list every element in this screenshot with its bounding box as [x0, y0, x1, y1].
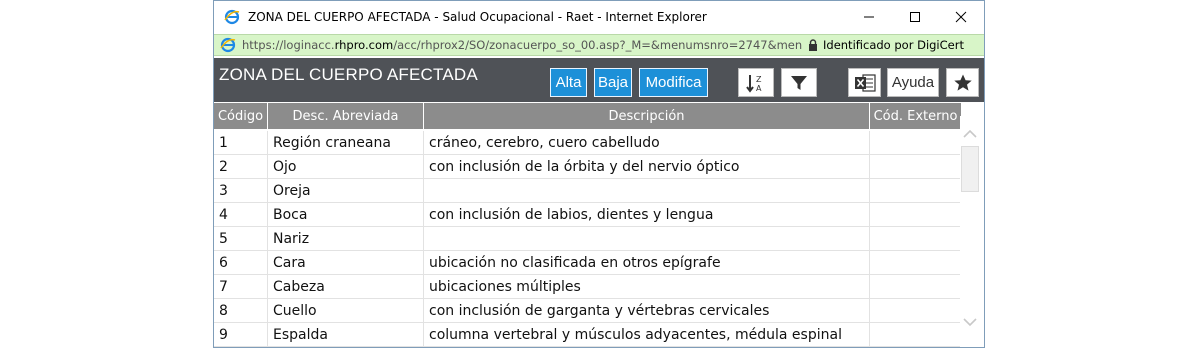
internet-explorer-icon — [224, 9, 240, 25]
table-row[interactable]: 6 Cara ubicación no clasificada en otros e… — [214, 251, 962, 275]
table-row[interactable]: 1 Región craneana cráneo, cerebro, cuero c… — [214, 131, 962, 155]
cell-desc-abreviada: Cara — [268, 251, 424, 274]
internet-explorer-icon — [220, 37, 236, 53]
cell-cod-externo — [870, 155, 962, 178]
url-domain: rhpro.com — [334, 38, 394, 52]
scroll-thumb[interactable] — [961, 146, 979, 192]
column-header-descripcion[interactable]: Descripción — [424, 103, 870, 129]
excel-export-button[interactable] — [848, 68, 881, 97]
window-title: ZONA DEL CUERPO AFECTADA - Salud Ocupaci… — [248, 9, 707, 24]
table-row[interactable]: 8 Cuello con inclusión de garganta y vérte… — [214, 299, 962, 323]
alta-button[interactable]: Alta — [550, 68, 587, 97]
close-icon — [955, 11, 967, 22]
cell-desc-abreviada: Región craneana — [268, 131, 424, 154]
cell-desc-abreviada: Cuello — [268, 299, 424, 322]
sort-button[interactable]: Z A — [738, 68, 774, 97]
vertical-scrollbar[interactable] — [960, 116, 980, 347]
baja-button[interactable]: Baja — [594, 68, 632, 97]
favorite-button[interactable] — [946, 68, 979, 97]
cell-codigo: 2 — [214, 155, 268, 178]
cell-cod-externo — [870, 275, 962, 298]
cell-codigo: 6 — [214, 251, 268, 274]
cell-desc-abreviada: Oreja — [268, 179, 424, 202]
title-bar: ZONA DEL CUERPO AFECTADA - Salud Ocupaci… — [214, 1, 984, 32]
url-path: /acc/rhprox2/SO/zonacuerpo_so_00.asp?_M=… — [393, 38, 802, 52]
cell-desc-abreviada: Nariz — [268, 227, 424, 250]
lock-icon[interactable] — [808, 39, 818, 51]
cell-cod-externo — [870, 203, 962, 226]
cell-descripcion — [424, 179, 870, 202]
column-header-desc-abreviada[interactable]: Desc. Abreviada — [268, 103, 424, 129]
identity-label[interactable]: Identificado por DigiCert — [823, 38, 964, 52]
cell-desc-abreviada: Cabeza — [268, 275, 424, 298]
browser-window: ZONA DEL CUERPO AFECTADA - Salud Ocupaci… — [213, 0, 985, 348]
cell-descripcion: con inclusión de labios, dientes y lengu… — [424, 203, 870, 226]
cell-cod-externo — [870, 227, 962, 250]
svg-text:A: A — [756, 84, 762, 93]
cell-cod-externo — [870, 131, 962, 154]
minimize-icon — [864, 16, 874, 17]
modifica-button[interactable]: Modifica — [639, 68, 708, 97]
cell-codigo: 9 — [214, 323, 268, 346]
scroll-up-button[interactable] — [960, 124, 980, 144]
cell-cod-externo — [870, 299, 962, 322]
close-button[interactable] — [938, 1, 984, 32]
cell-descripcion: cráneo, cerebro, cuero cabelludo — [424, 131, 870, 154]
sort-za-icon: Z A — [746, 74, 762, 93]
url-prefix: https://loginacc. — [242, 38, 335, 52]
column-header-codigo[interactable]: Código — [214, 103, 268, 129]
cell-codigo: 3 — [214, 179, 268, 202]
cell-descripcion: ubicación no clasificada en otros epígra… — [424, 251, 870, 274]
maximize-button[interactable] — [892, 1, 938, 32]
scroll-down-button[interactable] — [960, 312, 980, 332]
table-row[interactable]: 7 Cabeza ubicaciones múltiples — [214, 275, 962, 299]
app-header: ZONA DEL CUERPO AFECTADA Alta Baja Modif… — [214, 58, 984, 102]
table-row[interactable]: 4 Boca con inclusión de labios, dientes y … — [214, 203, 962, 227]
cell-cod-externo — [870, 323, 962, 346]
cell-codigo: 1 — [214, 131, 268, 154]
grid-rows: 1 Región craneana cráneo, cerebro, cuero c… — [214, 131, 962, 347]
cell-cod-externo — [870, 251, 962, 274]
url-text[interactable]: https://loginacc.rhpro.com/acc/rhprox2/S… — [242, 38, 802, 52]
cell-descripcion — [424, 227, 870, 250]
excel-icon — [854, 73, 876, 92]
grid-header: Código Desc. Abreviada Descripción Cód. … — [214, 103, 962, 129]
svg-text:Z: Z — [756, 75, 762, 84]
chevron-down-icon — [963, 318, 977, 327]
cell-codigo: 5 — [214, 227, 268, 250]
page-title: ZONA DEL CUERPO AFECTADA — [219, 65, 478, 84]
chevron-up-icon — [963, 129, 977, 138]
star-icon — [953, 74, 972, 91]
data-grid: Código Desc. Abreviada Descripción Cód. … — [214, 102, 984, 347]
maximize-icon — [910, 11, 920, 22]
cell-descripcion: columna vertebral y músculos adyacentes,… — [424, 323, 870, 346]
filter-icon — [791, 75, 807, 90]
cell-cod-externo — [870, 179, 962, 202]
cell-descripcion: con inclusión de garganta y vértebras ce… — [424, 299, 870, 322]
cell-desc-abreviada: Boca — [268, 203, 424, 226]
table-row[interactable]: 3 Oreja — [214, 179, 962, 203]
table-row[interactable]: 5 Nariz — [214, 227, 962, 251]
cell-codigo: 8 — [214, 299, 268, 322]
cell-codigo: 4 — [214, 203, 268, 226]
address-bar[interactable]: https://loginacc.rhpro.com/acc/rhprox2/S… — [214, 34, 984, 56]
cell-descripcion: ubicaciones múltiples — [424, 275, 870, 298]
help-button[interactable]: Ayuda — [887, 68, 939, 97]
minimize-button[interactable] — [846, 1, 892, 32]
column-header-cod-externo[interactable]: Cód. Externo — [870, 103, 962, 129]
cell-codigo: 7 — [214, 275, 268, 298]
filter-button[interactable] — [781, 68, 817, 97]
cell-desc-abreviada: Espalda — [268, 323, 424, 346]
table-row[interactable]: 2 Ojo con inclusión de la órbita y del ner… — [214, 155, 962, 179]
cell-desc-abreviada: Ojo — [268, 155, 424, 178]
cell-descripcion: con inclusión de la órbita y del nervio … — [424, 155, 870, 178]
table-row[interactable]: 9 Espalda columna vertebral y músculos ady… — [214, 323, 962, 347]
